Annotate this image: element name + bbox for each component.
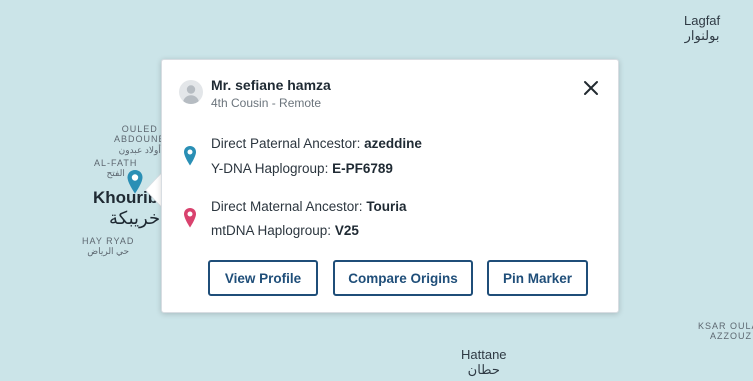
paternal-ancestor-line: Direct Paternal Ancestor: azeddine xyxy=(211,136,422,151)
close-button[interactable] xyxy=(580,77,602,99)
map-label-hay-ryad-arabic: حي الرياض xyxy=(87,246,130,257)
mtdna-haplogroup-value: V25 xyxy=(334,223,359,238)
map-label-hay-ryad-name: HAY RYAD xyxy=(82,236,135,246)
map-label-lagfaf-arabic: بولنوار xyxy=(684,27,720,43)
mtdna-haplogroup-label: mtDNA Haplogroup: xyxy=(211,223,335,238)
user-silhouette-icon xyxy=(182,85,200,104)
map-label-ksar-oulad-azzouz: KSAR OULA AZZOUZ xyxy=(698,321,753,342)
map-label-ksar-line2: AZZOUZ xyxy=(710,331,752,342)
profile-name: Mr. sefiane hamza xyxy=(211,77,331,93)
map-label-hay-ryad: HAY RYAD حي الرياض xyxy=(82,236,134,257)
maternal-ancestor-line: Direct Maternal Ancestor: Touria xyxy=(211,199,407,214)
maternal-ancestor-label: Direct Maternal Ancestor: xyxy=(211,199,367,214)
cousin-info-popup: Mr. sefiane hamza 4th Cousin - Remote Di… xyxy=(161,59,619,313)
ydna-haplogroup-value: E-PF6789 xyxy=(332,161,393,176)
popup-pointer xyxy=(146,173,162,207)
map-label-ksar-line1: KSAR OULA xyxy=(698,321,753,331)
paternal-ancestor-label: Direct Paternal Ancestor: xyxy=(211,136,365,151)
close-icon[interactable] xyxy=(580,77,602,99)
blue-pin-icon xyxy=(184,146,196,166)
maternal-ancestor-value: Touria xyxy=(366,199,407,214)
location-pin-icon[interactable] xyxy=(126,169,144,195)
relationship-label: 4th Cousin - Remote xyxy=(211,96,322,110)
mtdna-haplogroup-line: mtDNA Haplogroup: V25 xyxy=(211,223,359,238)
compare-origins-button[interactable]: Compare Origins xyxy=(333,260,473,296)
map-label-lagfaf: Lagfaf بولنوار xyxy=(684,13,721,44)
map-label-hattane-arabic: حطان xyxy=(467,361,500,377)
pink-pin-icon xyxy=(184,208,196,228)
ydna-haplogroup-line: Y-DNA Haplogroup: E-PF6789 xyxy=(211,161,393,176)
map-label-lagfaf-name: Lagfaf xyxy=(684,13,721,28)
map-label-al-fath-name: AL-FATH xyxy=(94,158,138,168)
map-label-ouled-line1: OULED xyxy=(121,124,158,134)
map-label-ouled-line2: ABDOUNE xyxy=(114,134,166,145)
map-label-ouled-arabic: أولاد عبدون xyxy=(118,144,161,155)
paternal-ancestor-value: azeddine xyxy=(364,136,422,151)
map-label-hattane-name: Hattane xyxy=(461,347,507,362)
avatar xyxy=(179,80,203,104)
view-profile-button[interactable]: View Profile xyxy=(208,260,318,296)
pin-marker-button[interactable]: Pin Marker xyxy=(487,260,588,296)
ydna-haplogroup-label: Y-DNA Haplogroup: xyxy=(211,161,333,176)
map-label-hattane: Hattane حطان xyxy=(461,347,507,378)
map-label-ouled-abdoune: OULED ABDOUNE أولاد عبدون xyxy=(114,124,166,155)
